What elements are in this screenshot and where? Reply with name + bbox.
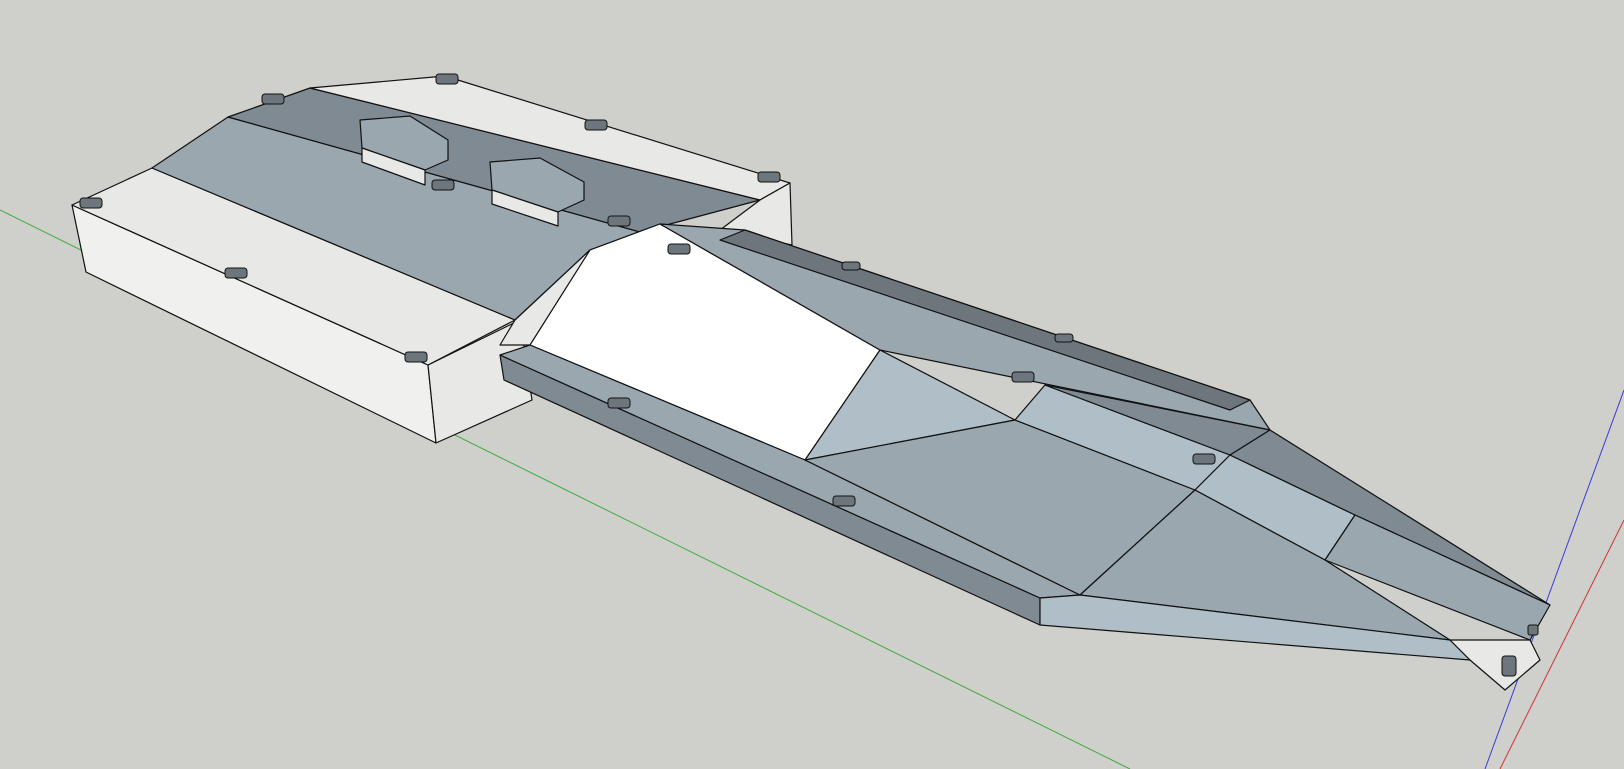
fitting <box>435 73 459 85</box>
fitting <box>261 93 285 105</box>
fitting <box>667 243 691 255</box>
fitting <box>1501 655 1517 677</box>
bow-tip-face[interactable] <box>1449 639 1541 691</box>
fitting <box>757 171 781 183</box>
fitting <box>607 215 631 227</box>
fitting <box>1527 624 1539 636</box>
model-viewport[interactable] <box>0 0 1624 769</box>
fitting <box>1054 333 1074 343</box>
fitting <box>224 267 248 279</box>
fitting <box>79 197 103 209</box>
fitting <box>1011 371 1035 383</box>
fitting <box>431 179 455 191</box>
fitting <box>607 397 631 409</box>
fitting <box>1192 453 1216 465</box>
fitting <box>404 351 428 363</box>
model-canvas[interactable] <box>0 0 1624 769</box>
ship-model[interactable] <box>71 73 1551 691</box>
fitting <box>832 495 856 507</box>
fitting <box>841 261 861 271</box>
fitting <box>584 119 608 131</box>
